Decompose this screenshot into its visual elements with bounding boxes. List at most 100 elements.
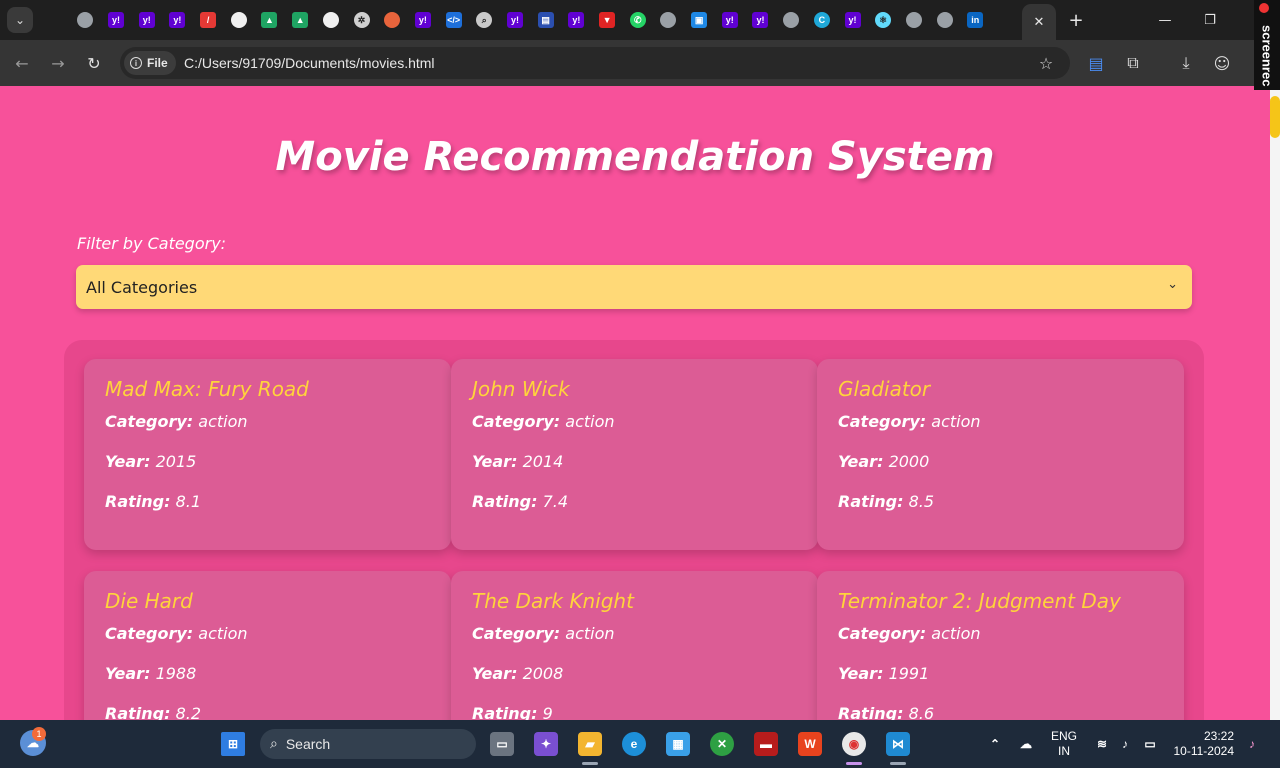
clock[interactable]: 23:22 10-11-2024: [1168, 729, 1235, 759]
magnifier-icon: ⌕: [476, 12, 493, 28]
restore-icon[interactable]: ❐: [1200, 10, 1220, 30]
taskbar-search[interactable]: ⌕ Search: [260, 729, 476, 759]
movie-title: Gladiator: [838, 377, 931, 401]
movie-year: Year: 1988: [105, 664, 197, 683]
tab[interactable]: [776, 0, 807, 40]
edge-icon[interactable]: e: [622, 732, 646, 756]
tab[interactable]: ▤: [530, 0, 561, 40]
volume-icon[interactable]: ♪: [1113, 732, 1137, 756]
chrome-icon[interactable]: ◉: [842, 732, 866, 756]
github-icon: [230, 12, 247, 28]
tab[interactable]: y!: [837, 0, 868, 40]
yahoo-icon: y!: [138, 12, 155, 28]
tab[interactable]: y!: [745, 0, 776, 40]
tab[interactable]: [70, 0, 101, 40]
movie-category: Category: action: [838, 412, 981, 431]
copilot-icon[interactable]: ✦: [534, 732, 558, 756]
active-tab-close-icon[interactable]: ✕: [1022, 4, 1056, 40]
bookmark-star-icon[interactable]: ☆: [1035, 52, 1057, 74]
file-explorer-icon[interactable]: ▰: [578, 732, 602, 756]
tab[interactable]: [223, 0, 254, 40]
movie-card: John Wick Category: action Year: 2014 Ra…: [451, 359, 818, 550]
windows-start-icon[interactable]: ⊞: [221, 732, 245, 756]
tab[interactable]: y!: [131, 0, 162, 40]
drive-icon: ▲: [292, 12, 309, 28]
movie-category: Category: action: [838, 624, 981, 643]
image-icon: ▣: [691, 12, 708, 28]
movie-year: Year: 1991: [838, 664, 930, 683]
tab[interactable]: [377, 0, 408, 40]
tab[interactable]: ▼: [592, 0, 623, 40]
news-icon: ▤: [537, 12, 554, 28]
wps-office-icon[interactable]: W: [798, 732, 822, 756]
tab[interactable]: [929, 0, 960, 40]
tab[interactable]: y!: [101, 0, 132, 40]
store-icon[interactable]: ▦: [666, 732, 690, 756]
vscode-icon[interactable]: ⋈: [886, 732, 910, 756]
xbox-icon[interactable]: ✕: [710, 732, 734, 756]
tab[interactable]: [316, 0, 347, 40]
tab[interactable]: /: [193, 0, 224, 40]
minimize-icon[interactable]: —: [1155, 10, 1175, 30]
battery-icon[interactable]: ▭: [1138, 732, 1162, 756]
globe-icon: [783, 12, 800, 28]
record-dot-icon: [1259, 3, 1269, 13]
language-indicator[interactable]: ENG IN: [1046, 729, 1082, 759]
tab[interactable]: ▲: [285, 0, 316, 40]
task-view-icon[interactable]: ▭: [490, 732, 514, 756]
running-indicator: [890, 762, 906, 765]
movie-category: Category: action: [105, 412, 248, 431]
category-select[interactable]: All Categories ⌄: [76, 265, 1192, 309]
running-indicator: [582, 762, 598, 765]
forward-arrow-icon[interactable]: →: [47, 52, 69, 74]
wifi-icon[interactable]: ≋: [1090, 732, 1114, 756]
movie-year: Year: 2015: [105, 452, 197, 471]
chevron-down-icon: ⌄: [1167, 277, 1178, 292]
whatsapp-icon: ✆: [629, 12, 646, 28]
scrollbar-thumb[interactable]: [1270, 96, 1280, 138]
url-text[interactable]: C:/Users/91709/Documents/movies.html: [184, 55, 435, 71]
tab[interactable]: y!: [408, 0, 439, 40]
tab[interactable]: y!: [500, 0, 531, 40]
tab[interactable]: [653, 0, 684, 40]
tab[interactable]: ⌕: [469, 0, 500, 40]
globe-icon: [936, 12, 953, 28]
tab-search-chevron-icon[interactable]: ⌄: [7, 7, 33, 33]
tray-chevron-up-icon[interactable]: ⌃: [983, 732, 1007, 756]
tab[interactable]: in: [960, 0, 991, 40]
extensions-puzzle-icon[interactable]: ⧉: [1122, 52, 1144, 74]
notification-bell-icon[interactable]: ♪: [1240, 732, 1264, 756]
tab[interactable]: [899, 0, 930, 40]
yahoo-icon: y!: [721, 12, 738, 28]
download-icon[interactable]: ⤓: [1175, 52, 1197, 74]
movie-year: Year: 2014: [472, 452, 564, 471]
tab[interactable]: C: [807, 0, 838, 40]
canva-icon: C: [813, 12, 830, 28]
info-icon: i: [130, 57, 142, 69]
tab[interactable]: </>: [438, 0, 469, 40]
site-info-chip[interactable]: i File: [124, 51, 176, 75]
tab[interactable]: ▲: [254, 0, 285, 40]
screenrec-overlay[interactable]: screenrec: [1254, 0, 1280, 90]
profile-avatar-icon[interactable]: ☺: [1211, 52, 1233, 74]
new-tab-plus-icon[interactable]: +: [1066, 10, 1086, 31]
tab[interactable]: ▣: [684, 0, 715, 40]
page-scrollbar[interactable]: [1270, 86, 1280, 720]
back-arrow-icon[interactable]: ←: [11, 52, 33, 74]
extension-docs-icon[interactable]: ▤: [1085, 52, 1107, 74]
game-app-icon[interactable]: ▬: [754, 732, 778, 756]
tab[interactable]: ✆: [622, 0, 653, 40]
reload-icon[interactable]: ↻: [83, 52, 105, 74]
linkedin-icon: in: [967, 12, 984, 28]
onedrive-icon[interactable]: ☁: [1014, 732, 1038, 756]
openai-icon: ✲: [353, 12, 370, 28]
tab[interactable]: y!: [714, 0, 745, 40]
tab[interactable]: ⚛: [868, 0, 899, 40]
movie-year: Year: 2008: [472, 664, 564, 683]
page-title: Movie Recommendation System: [275, 134, 995, 180]
tab[interactable]: y!: [561, 0, 592, 40]
tab[interactable]: y!: [162, 0, 193, 40]
yahoo-icon: y!: [752, 12, 769, 28]
tab[interactable]: ✲: [346, 0, 377, 40]
filter-label: Filter by Category:: [77, 234, 227, 253]
